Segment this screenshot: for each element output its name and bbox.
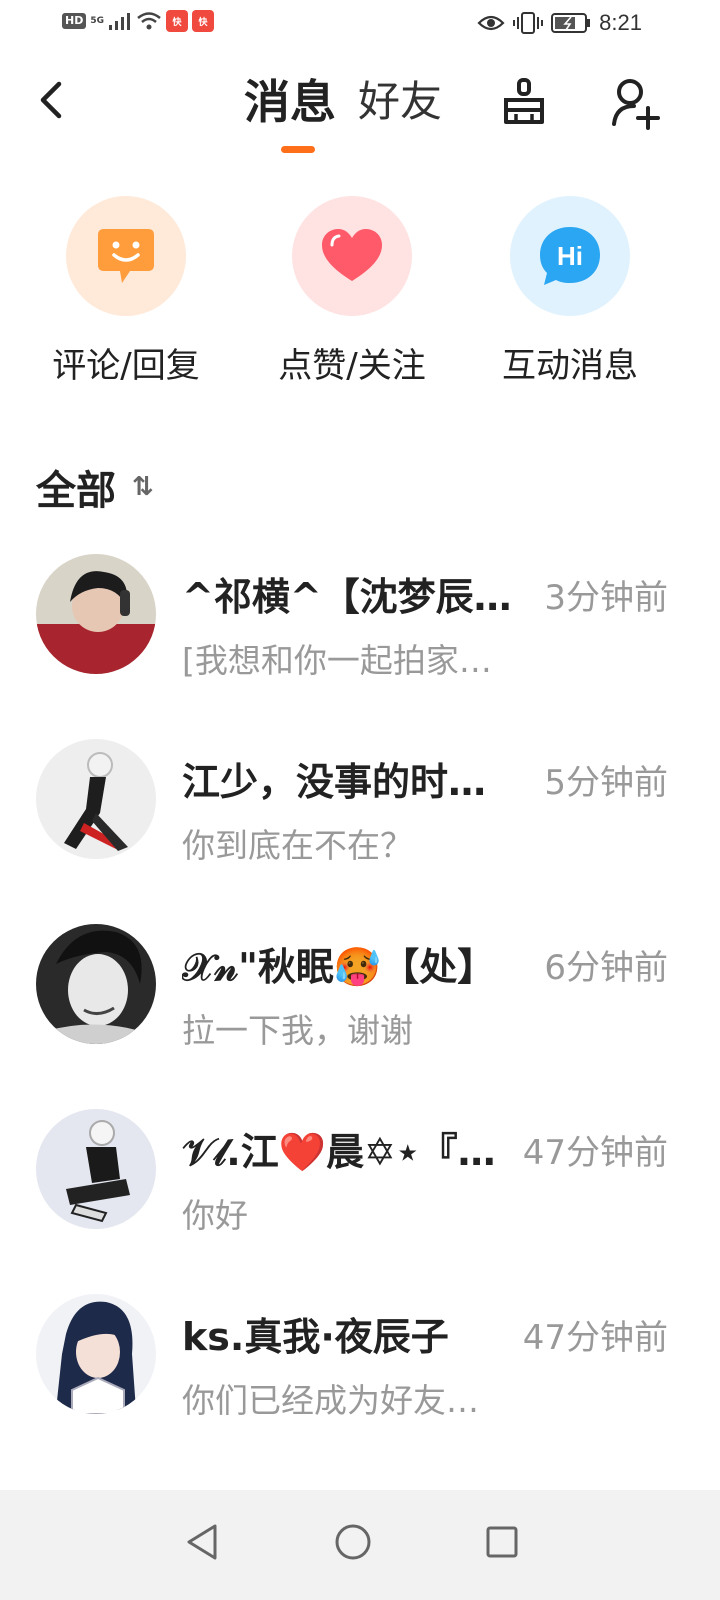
vibrate-icon — [513, 12, 544, 34]
message-sender: ks.真我·夜辰子 — [182, 1315, 449, 1359]
message-list: ^祁横^【沈梦辰… 3分钟前 [我想和你一起拍家… 江少，没事的时… 5分钟前 … — [0, 550, 720, 1475]
category-label: 评论/回复 — [52, 346, 200, 386]
tab-friends[interactable]: 好友 — [358, 72, 442, 132]
message-row[interactable]: ks.真我·夜辰子 47分钟前 你们已经成为好友… — [0, 1290, 720, 1475]
message-row[interactable]: ^祁横^【沈梦辰… 3分钟前 [我想和你一起拍家… — [0, 550, 720, 735]
back-button[interactable] — [30, 78, 74, 122]
wifi-icon — [137, 12, 161, 30]
nav-back-button[interactable] — [171, 1510, 235, 1574]
nav-home-button[interactable] — [321, 1510, 385, 1574]
message-preview: 你好 — [182, 1196, 248, 1235]
category-comments-replies[interactable]: 评论/回复 — [26, 196, 226, 388]
nav-recents-button[interactable] — [470, 1510, 534, 1574]
sort-icon[interactable]: ⇅ — [132, 472, 154, 502]
circle-home-icon — [335, 1524, 371, 1560]
triangle-back-icon — [187, 1524, 217, 1560]
heart-icon — [322, 229, 382, 281]
category-icon-circle: Hi — [510, 196, 630, 316]
avatar — [36, 1109, 156, 1229]
avatar — [36, 554, 156, 674]
message-row[interactable]: 𝒳𝓃"秋眠🥵【处】 6分钟前 拉一下我，谢谢 — [0, 920, 720, 1105]
message-row[interactable]: 江少，没事的时… 5分钟前 你到底在不在？ — [0, 735, 720, 920]
tab-messages[interactable]: 消息 — [244, 72, 336, 132]
category-label: 互动消息 — [502, 346, 638, 386]
category-label: 点赞/关注 — [278, 346, 426, 386]
broom-icon — [504, 78, 544, 124]
section-header: 全部 ⇅ — [36, 458, 154, 516]
add-friend-button[interactable] — [608, 76, 664, 132]
section-title: 全部 — [36, 468, 116, 514]
message-time: 5分钟前 — [544, 763, 668, 803]
message-sender: 江少，没事的时… — [182, 760, 487, 804]
signal-icon — [109, 13, 130, 30]
hi-bubble-icon: Hi — [540, 227, 600, 285]
battery-icon — [551, 13, 591, 33]
message-preview: 你们已经成为好友… — [182, 1381, 479, 1420]
message-row[interactable]: 𝒱𝓁.江❤️晨✡⋆『… 47分钟前 你好 — [0, 1105, 720, 1290]
system-nav-bar — [0, 1490, 720, 1600]
message-time: 47分钟前 — [522, 1318, 668, 1358]
message-time: 3分钟前 — [544, 578, 668, 618]
app-notification-icon: 快 — [166, 10, 188, 32]
message-preview: 拉一下我，谢谢 — [182, 1011, 413, 1050]
status-time: 8:21 — [599, 10, 642, 35]
chevron-left-icon — [40, 81, 62, 119]
message-sender: 𝒱𝓁.江❤️晨✡⋆『… — [182, 1130, 496, 1174]
network-label: 5G — [90, 16, 104, 26]
avatar — [36, 924, 156, 1044]
category-icon-circle — [66, 196, 186, 316]
status-left: HD 5G 快 快 — [62, 10, 214, 32]
message-sender: ^祁横^【沈梦辰… — [182, 575, 512, 619]
eye-icon — [477, 15, 505, 31]
square-recents-icon — [486, 1526, 518, 1558]
smile-chat-icon — [98, 229, 154, 283]
add-user-icon — [612, 79, 660, 130]
status-right: 8:21 — [477, 10, 642, 36]
category-interactions[interactable]: Hi 互动消息 — [470, 196, 670, 388]
category-likes-follows[interactable]: 点赞/关注 — [252, 196, 452, 388]
category-icon-circle — [292, 196, 412, 316]
avatar — [36, 1294, 156, 1414]
hd-badge: HD — [62, 13, 87, 29]
avatar — [36, 739, 156, 859]
tab-indicator — [281, 146, 315, 153]
clear-messages-button[interactable] — [498, 76, 550, 128]
message-time: 6分钟前 — [544, 948, 668, 988]
status-bar: HD 5G 快 快 8:21 — [0, 0, 720, 48]
message-sender: 𝒳𝓃"秋眠🥵【处】 — [182, 945, 496, 989]
svg-text:Hi: Hi — [557, 241, 583, 271]
header: 消息 好友 — [0, 60, 720, 160]
message-preview: [我想和你一起拍家… — [182, 641, 492, 680]
app-notification-icon: 快 — [192, 10, 214, 32]
message-time: 47分钟前 — [522, 1133, 668, 1173]
message-preview: 你到底在不在？ — [182, 826, 413, 865]
